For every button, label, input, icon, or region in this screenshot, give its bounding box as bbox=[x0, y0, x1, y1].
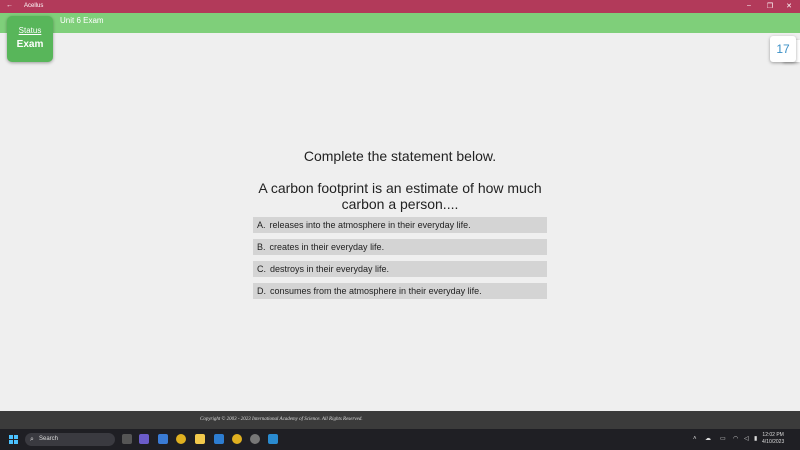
close-icon[interactable]: ✕ bbox=[784, 2, 794, 10]
back-arrow-icon[interactable]: ← bbox=[6, 2, 13, 9]
exam-title: Unit 6 Exam bbox=[60, 16, 104, 25]
calendar-icon[interactable]: 17 bbox=[770, 36, 796, 62]
answer-letter: C. bbox=[257, 264, 266, 274]
answer-option-a[interactable]: A. releases into the atmosphere in their … bbox=[253, 217, 547, 233]
answer-text: consumes from the atmosphere in their ev… bbox=[270, 286, 482, 296]
volume-icon[interactable]: ◁ bbox=[744, 435, 749, 442]
answer-text: destroys in their everyday life. bbox=[270, 264, 390, 274]
acellus-taskbar-icon[interactable] bbox=[268, 434, 278, 444]
page-footer: Copyright © 2003 - 2023 International Ac… bbox=[0, 411, 800, 429]
mode-label: Exam bbox=[16, 39, 44, 50]
clock-date: 4/10/2023 bbox=[762, 439, 785, 445]
status-link[interactable]: Status bbox=[7, 26, 53, 35]
search-label: Search bbox=[39, 436, 59, 442]
question-text: A carbon footprint is an estimate of how… bbox=[258, 180, 542, 212]
clock-time: 12:02 PM bbox=[762, 432, 784, 438]
taskbar: ⌕ Search ˄ ☁ ▭ ◠ ◁ ▮ 12:02 PM 4/10/2023 bbox=[0, 429, 800, 450]
answer-option-d[interactable]: D. consumes from the atmosphere in their … bbox=[253, 283, 547, 299]
minimize-icon[interactable]: – bbox=[744, 2, 754, 9]
answer-letter: B. bbox=[257, 242, 266, 252]
answer-list: A. releases into the atmosphere in their … bbox=[253, 217, 547, 305]
file-explorer-icon[interactable] bbox=[195, 434, 205, 444]
window-titlebar: ← Acellus – ❐ ✕ bbox=[0, 0, 800, 13]
answer-option-b[interactable]: B. creates in their everyday life. bbox=[253, 239, 547, 255]
app-icon[interactable] bbox=[250, 434, 260, 444]
taskbar-clock[interactable]: 12:02 PM 4/10/2023 bbox=[762, 432, 784, 446]
restore-icon[interactable]: ❐ bbox=[765, 2, 775, 10]
answer-letter: D. bbox=[257, 286, 266, 296]
cloud-icon[interactable]: ☁ bbox=[705, 435, 711, 442]
battery-icon[interactable]: ▮ bbox=[754, 435, 757, 442]
calendar-day: 17 bbox=[776, 42, 790, 56]
wifi-icon[interactable]: ◠ bbox=[733, 435, 738, 442]
task-view-icon[interactable] bbox=[122, 434, 132, 444]
answer-text: creates in their everyday life. bbox=[269, 242, 385, 252]
window-title: Acellus bbox=[24, 3, 44, 9]
copyright-text: Copyright © 2003 - 2023 International Ac… bbox=[200, 417, 363, 422]
question-instruction: Complete the statement below. bbox=[303, 148, 497, 164]
chevron-up-icon[interactable]: ˄ bbox=[693, 436, 697, 442]
search-icon: ⌕ bbox=[30, 436, 34, 443]
windows-start-icon[interactable] bbox=[9, 435, 18, 444]
status-badge: Status Exam bbox=[7, 16, 53, 62]
widgets-icon[interactable] bbox=[158, 434, 168, 444]
store-icon[interactable] bbox=[214, 434, 224, 444]
answer-text: releases into the atmosphere in their ev… bbox=[269, 220, 471, 230]
app-header: Unit 6 Exam bbox=[0, 13, 800, 33]
answer-letter: A. bbox=[257, 220, 266, 230]
chrome-profile-icon[interactable] bbox=[232, 434, 242, 444]
chrome-icon[interactable] bbox=[176, 434, 186, 444]
answer-option-c[interactable]: C. destroys in their everyday life. bbox=[253, 261, 547, 277]
chat-icon[interactable] bbox=[139, 434, 149, 444]
onedrive-icon[interactable]: ▭ bbox=[720, 435, 726, 442]
taskbar-search[interactable]: ⌕ Search bbox=[25, 433, 115, 446]
